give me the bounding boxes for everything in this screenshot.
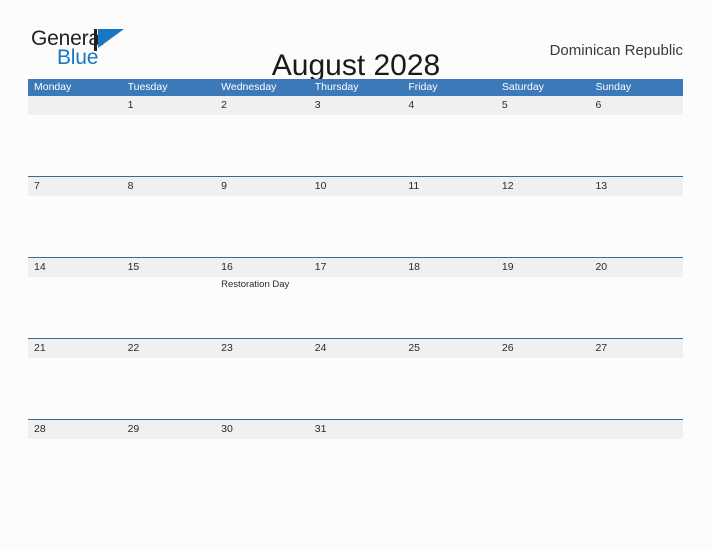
calendar-grid: Monday Tuesday Wednesday Thursday Friday… xyxy=(28,79,683,439)
day-number: 26 xyxy=(501,342,514,354)
page-header: General Blue August 2028 Dominican Repub… xyxy=(0,0,712,83)
day-number: 4 xyxy=(408,99,415,111)
day-number: 16 xyxy=(221,261,233,273)
day-cell[interactable]: 27 xyxy=(589,339,683,419)
day-number: 1 xyxy=(127,99,134,111)
holiday-label: Restoration Day xyxy=(221,279,290,290)
weekday-sunday: Sunday xyxy=(595,81,632,93)
calendar-weekday-header: Monday Tuesday Wednesday Thursday Friday… xyxy=(28,79,683,96)
day-number: 3 xyxy=(314,99,321,111)
calendar-week-row: 7 8 9 10 11 12 13 xyxy=(28,176,683,257)
day-cell[interactable]: 12 xyxy=(496,177,590,257)
day-cell[interactable]: 18 xyxy=(402,258,496,338)
day-cell[interactable] xyxy=(589,420,683,439)
day-cell[interactable]: 13 xyxy=(589,177,683,257)
day-number: 9 xyxy=(221,180,227,192)
day-cell[interactable]: 17 xyxy=(309,258,403,338)
day-cell[interactable]: 28 xyxy=(28,420,122,439)
day-cell[interactable]: 4 xyxy=(402,96,496,176)
day-number: 2 xyxy=(221,99,227,111)
day-cell[interactable]: 24 xyxy=(309,339,403,419)
day-cell[interactable]: 2 xyxy=(215,96,309,176)
day-cell[interactable]: 15 xyxy=(122,258,216,338)
day-cell[interactable]: 5 xyxy=(496,96,590,176)
day-number: 11 xyxy=(408,180,420,192)
day-number xyxy=(34,96,122,115)
day-number: 15 xyxy=(127,261,140,273)
day-cell[interactable]: 30 xyxy=(215,420,309,439)
day-cell-holiday[interactable]: 16 Restoration Day xyxy=(215,258,309,338)
calendar-week-row: 28 29 30 31 xyxy=(28,419,683,439)
day-number: 28 xyxy=(34,423,46,435)
day-number: 31 xyxy=(314,423,327,435)
day-number: 17 xyxy=(314,261,327,273)
day-cell[interactable]: 29 xyxy=(122,420,216,439)
day-cell[interactable]: 6 xyxy=(589,96,683,176)
day-cell[interactable] xyxy=(28,96,122,176)
day-number xyxy=(408,420,496,439)
day-number: 6 xyxy=(595,99,602,111)
day-number: 29 xyxy=(127,423,140,435)
weekday-tuesday: Tuesday xyxy=(127,81,168,93)
day-number: 8 xyxy=(127,180,134,192)
day-number: 19 xyxy=(501,261,514,273)
day-number: 23 xyxy=(221,342,233,354)
day-number: 20 xyxy=(595,261,608,273)
day-cell[interactable]: 31 xyxy=(309,420,403,439)
day-cell[interactable]: 10 xyxy=(309,177,403,257)
calendar-week-row: 14 15 16 Restoration Day 17 18 19 20 xyxy=(28,257,683,338)
day-number: 5 xyxy=(501,99,508,111)
day-number: 10 xyxy=(314,180,327,192)
day-cell[interactable]: 7 xyxy=(28,177,122,257)
day-number: 22 xyxy=(127,342,140,354)
day-number: 21 xyxy=(34,342,46,354)
calendar-week-row: 1 2 3 4 5 6 xyxy=(28,96,683,176)
day-cell[interactable]: 11 xyxy=(402,177,496,257)
day-number: 27 xyxy=(595,342,608,354)
day-cell[interactable]: 9 xyxy=(215,177,309,257)
day-number: 7 xyxy=(34,180,40,192)
region-label: Dominican Republic xyxy=(549,42,683,59)
day-cell[interactable]: 1 xyxy=(122,96,216,176)
day-cell[interactable]: 26 xyxy=(496,339,590,419)
day-number: 14 xyxy=(34,261,46,273)
day-number: 13 xyxy=(595,180,608,192)
day-cell[interactable] xyxy=(402,420,496,439)
day-number xyxy=(595,420,683,439)
blue-flag-triangle-icon xyxy=(94,29,126,51)
day-cell[interactable]: 3 xyxy=(309,96,403,176)
day-number xyxy=(502,420,590,439)
weekday-thursday: Thursday xyxy=(314,81,359,93)
day-cell[interactable]: 22 xyxy=(122,339,216,419)
day-number: 12 xyxy=(501,180,514,192)
weekday-saturday: Saturday xyxy=(501,81,544,93)
day-number: 18 xyxy=(408,261,420,273)
weekday-friday: Friday xyxy=(408,81,438,93)
day-cell[interactable]: 19 xyxy=(496,258,590,338)
day-cell[interactable] xyxy=(496,420,590,439)
day-number: 30 xyxy=(221,423,233,435)
day-cell[interactable]: 21 xyxy=(28,339,122,419)
calendar-week-row: 21 22 23 24 25 26 27 xyxy=(28,338,683,419)
weekday-monday: Monday xyxy=(34,81,72,93)
day-cell[interactable]: 23 xyxy=(215,339,309,419)
weekday-wednesday: Wednesday xyxy=(221,81,277,93)
day-cell[interactable]: 14 xyxy=(28,258,122,338)
day-number: 24 xyxy=(314,342,327,354)
day-cell[interactable]: 25 xyxy=(402,339,496,419)
day-number: 25 xyxy=(408,342,420,354)
day-cell[interactable]: 8 xyxy=(122,177,216,257)
day-cell[interactable]: 20 xyxy=(589,258,683,338)
